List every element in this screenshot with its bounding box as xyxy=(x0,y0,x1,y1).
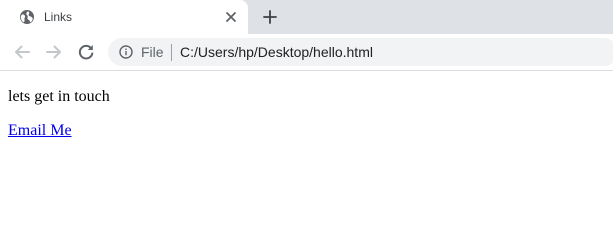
info-icon[interactable] xyxy=(119,45,133,59)
tab-strip: Links xyxy=(0,0,613,34)
reload-icon[interactable] xyxy=(76,42,96,62)
page-content: lets get in touch Email Me xyxy=(0,71,613,240)
toolbar: File C:/Users/hp/Desktop/hello.html xyxy=(0,34,613,71)
plus-icon[interactable] xyxy=(259,7,281,27)
tab-links[interactable]: Links xyxy=(0,0,248,34)
email-me-link[interactable]: Email Me xyxy=(8,121,72,140)
forward-arrow-icon[interactable] xyxy=(44,42,64,62)
close-icon[interactable] xyxy=(224,10,238,24)
globe-icon xyxy=(20,10,34,24)
back-arrow-icon[interactable] xyxy=(12,42,32,62)
url-text[interactable]: C:/Users/hp/Desktop/hello.html xyxy=(180,44,373,60)
page-text: lets get in touch xyxy=(8,88,110,105)
omnibox-divider xyxy=(171,44,172,61)
address-bar[interactable]: File C:/Users/hp/Desktop/hello.html xyxy=(108,38,613,66)
browser-window: Links File C:/Users/hp/Desktop/hello.htm… xyxy=(0,0,613,240)
tab-title: Links xyxy=(44,10,73,24)
scheme-label: File xyxy=(141,44,164,60)
